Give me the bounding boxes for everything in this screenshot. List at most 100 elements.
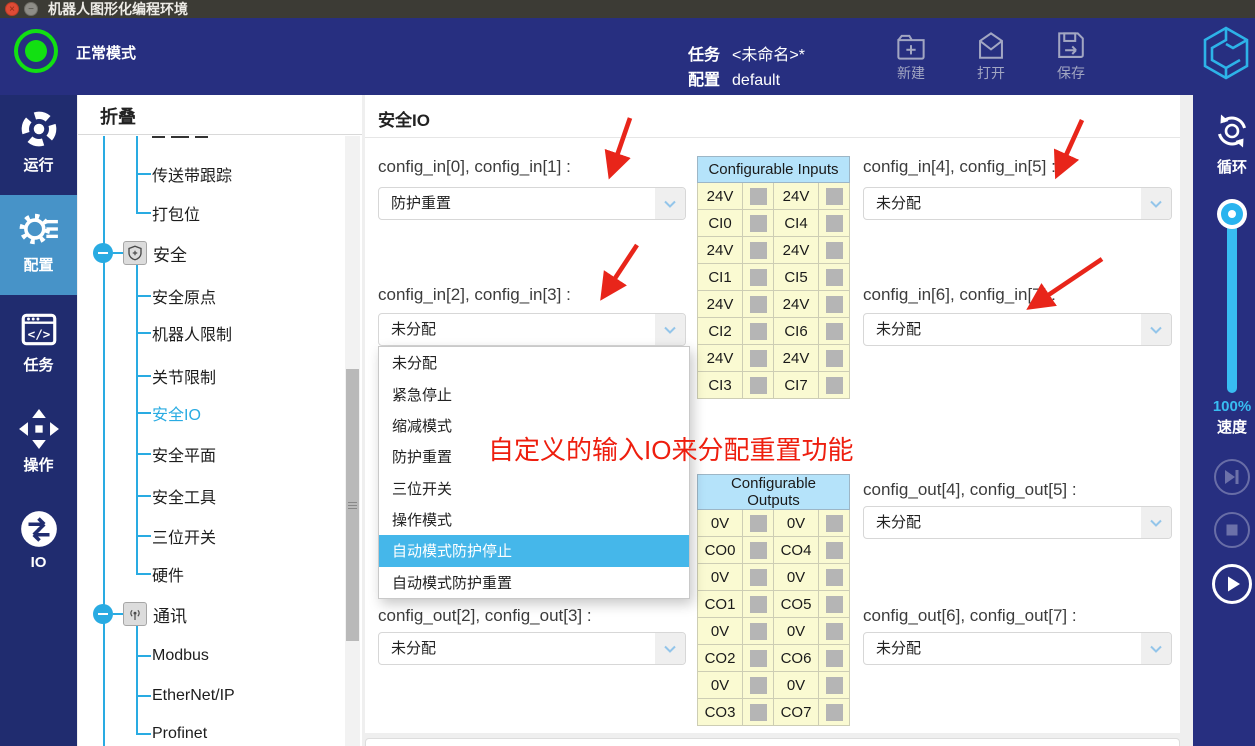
io-indicator: [743, 210, 774, 237]
nav-item-label: IO: [0, 554, 77, 571]
tree-item-label: 安全IO: [152, 401, 201, 425]
tree-item-label: Profinet: [152, 725, 207, 743]
dropdown-option[interactable]: 自动模式防护重置: [379, 567, 689, 598]
io-indicator: [819, 699, 850, 726]
io-indicator: [743, 699, 774, 726]
tree-item-conveyor-tracking[interactable]: 传送带跟踪: [78, 159, 362, 189]
tree-item-hardware[interactable]: 硬件: [78, 559, 362, 589]
io-pin: CI7: [774, 372, 819, 399]
chevron-down-icon[interactable]: [1141, 507, 1171, 538]
config-in-4-5-select[interactable]: 未分配: [863, 187, 1172, 220]
dropdown-option[interactable]: 紧急停止: [379, 378, 689, 409]
tree-item-safety[interactable]: 安全: [78, 238, 362, 268]
speed-slider-track[interactable]: [1227, 213, 1237, 393]
run-icon: [18, 108, 60, 155]
tree-body: 传送带跟踪 打包位 安全 安全原点 机器人限制 关节限制 安全IO 安全平面 安…: [78, 136, 362, 746]
chevron-down-icon[interactable]: [1141, 633, 1171, 664]
tree-item-safety-planes[interactable]: 安全平面: [78, 439, 362, 469]
tree-item-joint-limits[interactable]: 关节限制: [78, 361, 362, 391]
config-out-6-7-label: config_out[6], config_out[7] :: [863, 606, 1077, 626]
io-indicator: [743, 510, 774, 537]
io-indicator: [743, 237, 774, 264]
config-in-0-1-select[interactable]: 防护重置: [378, 187, 686, 220]
dropdown-option[interactable]: 未分配: [379, 347, 689, 378]
tree-item-modbus[interactable]: Modbus: [78, 641, 362, 671]
shield-icon: [123, 241, 147, 265]
io-pin: CI6: [774, 318, 819, 345]
red-annotation-text: 自定义的输入IO来分配重置功能: [488, 430, 853, 467]
select-value: 防护重置: [391, 188, 451, 219]
config-in-0-1-label: config_in[0], config_in[1] :: [378, 157, 571, 177]
tree-item-three-position-switch[interactable]: 三位开关: [78, 521, 362, 551]
tree-item-communication[interactable]: 通讯: [78, 599, 362, 629]
tree-item-label: Modbus: [152, 647, 209, 665]
chevron-down-icon[interactable]: [1141, 314, 1171, 345]
tree-scrollbar-thumb[interactable]: [346, 369, 359, 641]
mode-label: 正常模式: [76, 42, 136, 63]
io-indicator: [743, 564, 774, 591]
save-button-label: 保存: [1040, 63, 1102, 83]
nav-item-task[interactable]: </> 任务: [0, 295, 77, 395]
new-button[interactable]: 新建: [880, 30, 942, 83]
tree-connector: [113, 613, 123, 615]
tree-item-packing-position[interactable]: 打包位: [78, 198, 362, 228]
nav-item-operate[interactable]: 操作: [0, 395, 77, 495]
tree-item-safety-home[interactable]: 安全原点: [78, 281, 362, 311]
step-forward-button[interactable]: [1214, 459, 1250, 495]
loop-icon[interactable]: [1212, 111, 1252, 156]
config-out-4-5-select[interactable]: 未分配: [863, 506, 1172, 539]
select-value: 未分配: [876, 507, 921, 538]
stop-button[interactable]: [1214, 512, 1250, 548]
nav-item-io[interactable]: IO: [0, 495, 77, 595]
io-pin: 24V: [698, 237, 743, 264]
gear-icon: [18, 208, 60, 255]
chevron-down-icon[interactable]: [655, 633, 685, 664]
play-button[interactable]: [1212, 564, 1252, 604]
io-indicator: [743, 645, 774, 672]
io-pin: 0V: [774, 618, 819, 645]
speed-slider-knob[interactable]: [1217, 199, 1247, 229]
io-indicator: [743, 318, 774, 345]
tree-item-profinet[interactable]: Profinet: [78, 719, 362, 746]
config-in-2-3-select[interactable]: 未分配: [378, 313, 686, 346]
io-indicator: [819, 345, 850, 372]
dropdown-option[interactable]: 三位开关: [379, 473, 689, 504]
io-pin: 24V: [774, 183, 819, 210]
save-disk-icon: [1040, 30, 1102, 62]
io-pin: CO5: [774, 591, 819, 618]
tree-item-safety-io[interactable]: 安全IO: [78, 398, 362, 428]
chevron-down-icon[interactable]: [1141, 188, 1171, 219]
open-button[interactable]: 打开: [960, 30, 1022, 83]
collapse-minus-icon[interactable]: [93, 243, 113, 263]
config-out-2-3-select[interactable]: 未分配: [378, 632, 686, 665]
tree-item-label: 机器人限制: [152, 321, 232, 345]
outputs-table-title: Configurable Outputs: [698, 475, 850, 510]
window-minimize-button[interactable]: −: [24, 2, 38, 16]
io-pin: CO6: [774, 645, 819, 672]
collapse-header[interactable]: 折叠: [78, 95, 362, 135]
window-title: 机器人图形化编程环境: [48, 0, 188, 18]
io-pin: 24V: [774, 237, 819, 264]
config-out-6-7-select[interactable]: 未分配: [863, 632, 1172, 665]
io-indicator: [819, 318, 850, 345]
io-pin: CO2: [698, 645, 743, 672]
io-pin: 0V: [774, 510, 819, 537]
dropdown-option[interactable]: 操作模式: [379, 504, 689, 535]
window-close-button[interactable]: ×: [5, 2, 19, 16]
nav-item-config[interactable]: 配置: [0, 195, 77, 295]
config-in-6-7-select[interactable]: 未分配: [863, 313, 1172, 346]
collapse-minus-icon[interactable]: [93, 604, 113, 624]
speed-label: 速度: [1193, 416, 1255, 437]
tree-item-safety-tool[interactable]: 安全工具: [78, 481, 362, 511]
chevron-down-icon[interactable]: [655, 314, 685, 345]
tree-item-robot-limits[interactable]: 机器人限制: [78, 318, 362, 348]
tree-item-label: 打包位: [152, 201, 200, 225]
tree-item-label: 通讯: [153, 602, 187, 627]
save-button[interactable]: 保存: [1040, 30, 1102, 83]
dropdown-option-highlighted[interactable]: 自动模式防护停止: [379, 535, 689, 566]
nav-item-run[interactable]: 运行: [0, 95, 77, 195]
io-indicator: [743, 672, 774, 699]
move-arrows-icon: [18, 408, 60, 455]
tree-item-ethernet-ip[interactable]: EtherNet/IP: [78, 681, 362, 711]
chevron-down-icon[interactable]: [655, 188, 685, 219]
